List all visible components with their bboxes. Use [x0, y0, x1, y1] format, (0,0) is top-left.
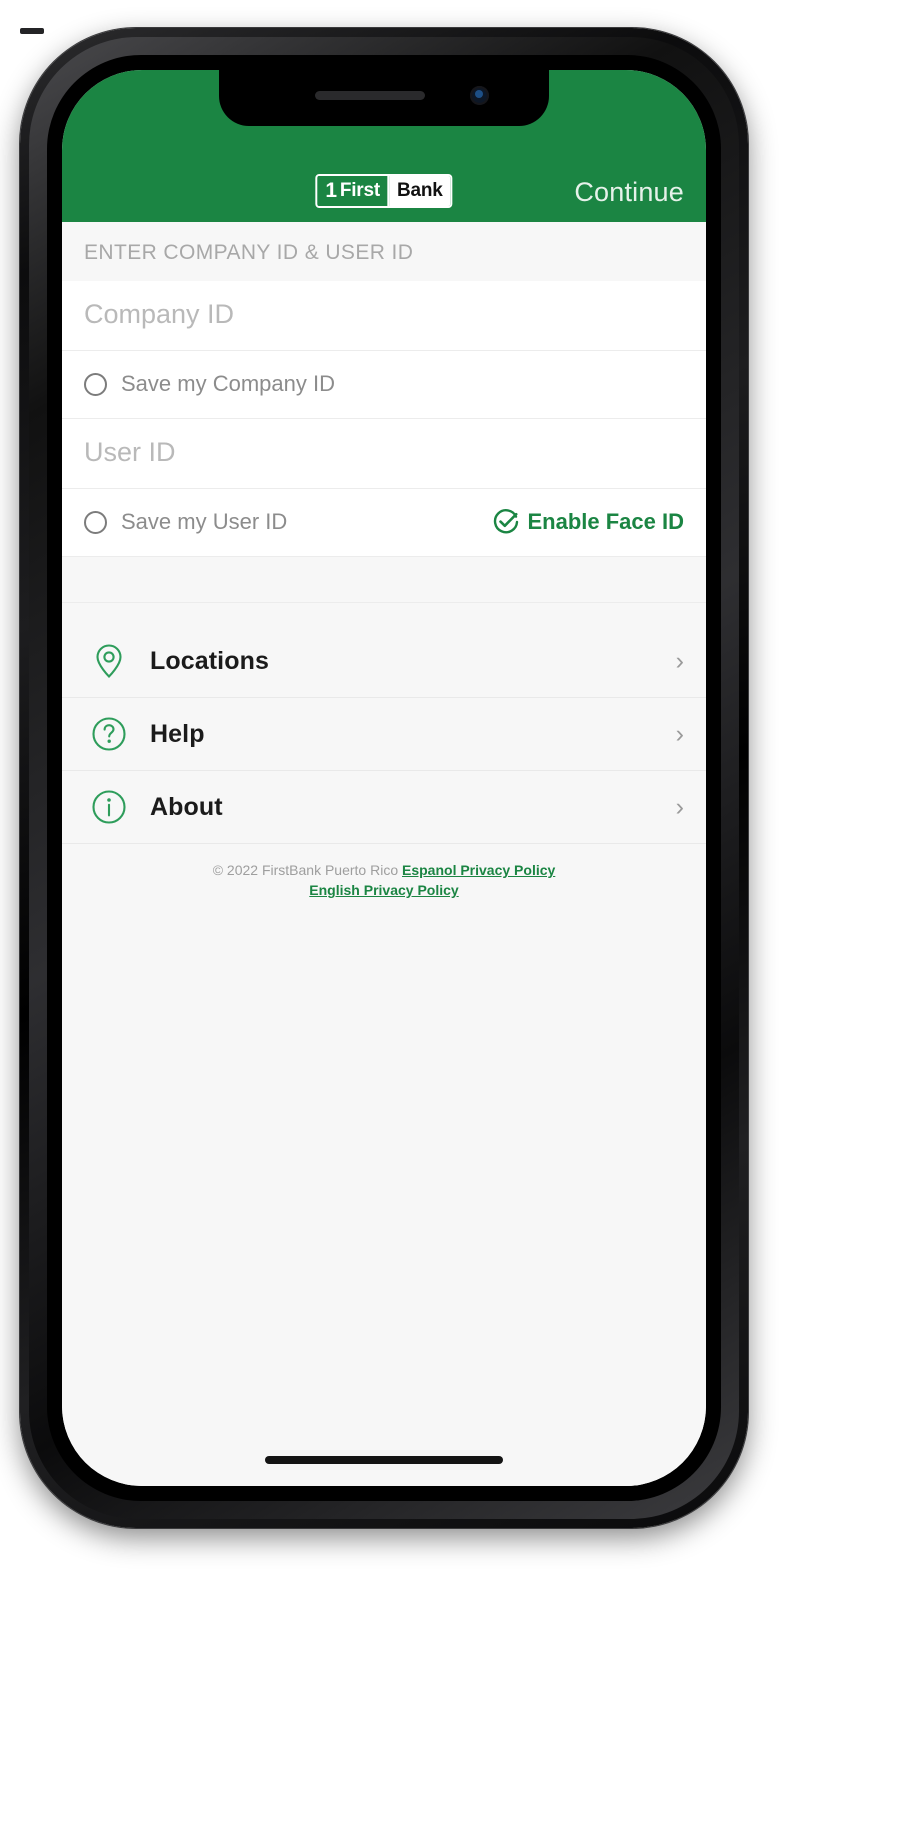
logo-first-text: First — [339, 180, 380, 201]
copyright-text: © 2022 FirstBank Puerto Rico — [212, 862, 399, 878]
phone-screen: 1 First Bank Continue ENTER COMPANY ID &… — [62, 70, 706, 1486]
spacer-block-secondary — [62, 603, 706, 625]
spacer-block — [62, 557, 706, 603]
save-user-id-label: Save my User ID — [121, 509, 288, 534]
save-company-id-radio[interactable] — [84, 372, 107, 396]
save-company-id-row[interactable]: Save my Company ID — [62, 351, 706, 419]
menu-item-about[interactable]: About › — [62, 771, 706, 844]
user-id-input[interactable] — [84, 437, 684, 468]
save-user-id-radio[interactable] — [84, 510, 107, 534]
screenshot-stage: 1 First Bank Continue ENTER COMPANY ID &… — [0, 0, 900, 1848]
save-user-id-row[interactable]: Save my User ID Enable Face ID — [62, 489, 706, 557]
question-circle-icon — [90, 715, 128, 753]
front-camera-icon — [470, 86, 489, 105]
logo-numeral: 1 — [325, 179, 337, 202]
continue-button[interactable]: Continue — [574, 179, 684, 206]
phone-frame: 1 First Bank Continue ENTER COMPANY ID &… — [20, 28, 748, 1528]
user-id-row — [62, 419, 706, 489]
menu-item-label: About — [150, 792, 223, 821]
enable-face-id-label: Enable Face ID — [527, 509, 684, 534]
footer: © 2022 FirstBank Puerto Rico Espanol Pri… — [62, 844, 706, 901]
enable-face-id-button[interactable]: Enable Face ID — [493, 509, 684, 535]
save-company-id-label: Save my Company ID — [121, 371, 335, 396]
earpiece-speaker — [315, 91, 425, 100]
info-circle-icon — [90, 788, 128, 826]
logo-left-block: 1 First — [317, 176, 389, 206]
content-filler — [62, 900, 706, 1486]
company-id-input[interactable] — [84, 299, 684, 330]
menu-item-locations[interactable]: Locations › — [62, 625, 706, 698]
menu-item-label: Locations — [150, 646, 269, 675]
menu-item-help[interactable]: Help › — [62, 698, 706, 771]
chevron-right-icon: › — [675, 792, 684, 821]
chevron-right-icon: › — [675, 646, 684, 675]
check-circle-icon — [493, 509, 519, 535]
company-id-row — [62, 281, 706, 351]
phone-bezel: 1 First Bank Continue ENTER COMPANY ID &… — [47, 55, 721, 1501]
map-pin-icon — [90, 642, 128, 680]
chevron-right-icon: › — [675, 719, 684, 748]
english-privacy-policy-link[interactable]: English Privacy Policy — [309, 882, 458, 898]
notch — [219, 70, 549, 126]
logo-bank-text: Bank — [389, 176, 451, 206]
espanol-privacy-policy-link[interactable]: Espanol Privacy Policy — [402, 862, 555, 878]
phone-rim: 1 First Bank Continue ENTER COMPANY ID &… — [29, 37, 739, 1519]
home-indicator[interactable] — [265, 1456, 503, 1464]
firstbank-logo: 1 First Bank — [315, 174, 453, 208]
section-header-label: ENTER COMPANY ID & USER ID — [62, 222, 706, 281]
bottom-port — [20, 28, 44, 34]
menu-item-label: Help — [150, 719, 205, 748]
